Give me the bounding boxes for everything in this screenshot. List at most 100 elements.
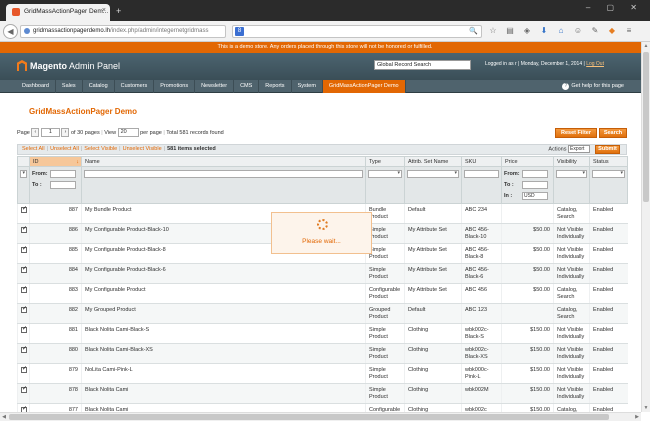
new-tab-button[interactable]: + — [116, 6, 121, 16]
next-page-icon[interactable]: › — [61, 128, 70, 138]
menu-item-system[interactable]: System — [292, 80, 323, 93]
column-header-name[interactable]: Name — [81, 156, 366, 167]
row-checkbox[interactable] — [21, 266, 27, 273]
row-status: Enabled — [589, 203, 628, 224]
magento-logo[interactable]: Magento Admin Panel — [17, 60, 120, 71]
scroll-left-icon[interactable]: ◀ — [0, 413, 8, 421]
filter-sku-input[interactable] — [464, 170, 499, 178]
logout-link[interactable]: Log Out — [586, 61, 604, 67]
row-checkbox[interactable] — [21, 366, 27, 373]
download-icon[interactable]: ⬇ — [539, 26, 549, 36]
global-record-search[interactable]: Global Record Search — [374, 60, 471, 70]
close-tab-icon[interactable]: × — [102, 7, 106, 14]
menu-item-newsletter[interactable]: Newsletter — [195, 80, 235, 93]
table-row[interactable]: 880 Black Nolita Cami-Black-XS Simple Pr… — [17, 343, 628, 364]
menu-icon[interactable]: ≡ — [624, 26, 634, 36]
row-checkbox[interactable] — [21, 246, 27, 253]
column-header-id[interactable]: ID ↓ — [29, 156, 82, 167]
search-button[interactable]: Search — [599, 128, 627, 138]
unselect-all-link[interactable]: Unselect All — [50, 146, 79, 152]
filter-id-to-input[interactable] — [50, 181, 76, 189]
menu-item-sales[interactable]: Sales — [56, 80, 83, 93]
select-all-link[interactable]: Select All — [22, 146, 45, 152]
row-checkbox[interactable] — [21, 386, 27, 393]
column-header-price[interactable]: Price — [501, 156, 554, 167]
filter-price-from-label: From: — [504, 171, 520, 178]
per-page-select[interactable]: 20 — [117, 128, 139, 138]
search-engine-icon[interactable]: 8 — [235, 27, 244, 36]
table-row[interactable]: 884 My Configurable Product-Black-6 Simp… — [17, 263, 628, 284]
vertical-scroll-thumb[interactable] — [643, 52, 649, 202]
back-arrow-icon[interactable]: ◀ — [3, 24, 18, 39]
help-link[interactable]: ? Get help for this page — [562, 80, 624, 93]
magento-logo-icon — [17, 60, 27, 71]
scroll-up-icon[interactable]: ▲ — [642, 42, 650, 50]
filter-name-input[interactable] — [84, 170, 363, 178]
row-price: $50.00 — [501, 223, 554, 244]
row-attrset: My Attribute Set — [404, 263, 462, 284]
row-checkbox[interactable] — [21, 346, 27, 353]
filter-type-select[interactable] — [368, 170, 402, 178]
vertical-scrollbar[interactable]: ▲ ▼ — [641, 42, 650, 412]
browser-search-bar[interactable]: 8 🔍 — [232, 25, 482, 38]
table-row[interactable]: 878 Black Nolita Cami Simple Product Clo… — [17, 383, 628, 404]
unselect-visible-link[interactable]: Unselect Visible — [123, 146, 162, 152]
scroll-right-icon[interactable]: ▶ — [633, 413, 641, 421]
per-page-label: per page — [140, 130, 162, 136]
menu-item-gridmassactionpager-demo[interactable]: GridMassActionPager Demo — [322, 80, 406, 93]
filter-currency-select[interactable]: USD — [522, 192, 548, 200]
filter-visibility-select[interactable] — [556, 170, 587, 178]
reader-icon[interactable]: ☆ — [488, 26, 498, 36]
select-visible-link[interactable]: Select Visible — [84, 146, 117, 152]
reset-filter-button[interactable]: Reset Filter — [555, 128, 597, 138]
submit-button[interactable]: Submit — [595, 145, 620, 154]
logged-in-info: Logged in as r | Monday, December 1, 201… — [485, 61, 585, 67]
row-id: 882 — [29, 303, 82, 324]
home-icon[interactable]: ⌂ — [556, 26, 566, 36]
menu-item-catalog[interactable]: Catalog — [83, 80, 115, 93]
table-row[interactable]: 883 My Configurable Product Configurable… — [17, 283, 628, 304]
menu-item-customers[interactable]: Customers — [115, 80, 155, 93]
bookmark-list-icon[interactable]: ▤ — [505, 26, 515, 36]
pen-icon[interactable]: ✎ — [590, 26, 600, 36]
menu-item-promotions[interactable]: Promotions — [154, 80, 196, 93]
search-go-icon[interactable]: 🔍 — [469, 27, 478, 35]
browser-tab[interactable]: GridMassActionPager Dem... × — [6, 4, 110, 21]
menu-item-reports[interactable]: Reports — [259, 80, 292, 93]
filter-id-from-input[interactable] — [50, 170, 76, 178]
lock-icon[interactable]: ◈ — [522, 26, 532, 36]
url-bar[interactable]: gridmassactionpagerdemo.lh/index.php/adm… — [20, 25, 226, 38]
filter-status-select[interactable] — [592, 170, 625, 178]
window-controls[interactable]: – ▢ ✕ — [586, 3, 644, 12]
column-header-attrset[interactable]: Attrib. Set Name — [404, 156, 462, 167]
table-row[interactable]: 879 NoLita Cami-Pink-L Simple Product Cl… — [17, 363, 628, 384]
column-header-type[interactable]: Type — [365, 156, 405, 167]
row-checkbox[interactable] — [21, 286, 27, 293]
table-row[interactable]: 882 My Grouped Product Grouped Product D… — [17, 303, 628, 324]
column-header-sku[interactable]: SKU — [461, 156, 502, 167]
row-checkbox[interactable] — [21, 206, 27, 213]
addon-icon[interactable]: ◆ — [607, 26, 617, 36]
prev-page-icon[interactable]: ‹ — [31, 128, 40, 138]
actions-select[interactable]: Export — [568, 145, 590, 153]
page-number-input[interactable]: 1 — [40, 128, 60, 138]
chat-icon[interactable]: ☺ — [573, 26, 583, 36]
filter-attrset-select[interactable] — [407, 170, 459, 178]
row-type: Simple Product — [365, 343, 405, 364]
row-checkbox[interactable] — [21, 226, 27, 233]
column-header-status[interactable]: Status — [589, 156, 628, 167]
row-checkbox[interactable] — [21, 326, 27, 333]
filter-price-to-input[interactable] — [522, 181, 548, 189]
filter-massaction-select[interactable] — [20, 170, 27, 178]
horizontal-scrollbar[interactable]: ◀ ▶ — [0, 412, 641, 421]
table-row[interactable]: 881 Black Nolita Cami-Black-S Simple Pro… — [17, 323, 628, 344]
filter-sku-cell — [461, 166, 502, 204]
menu-item-cms[interactable]: CMS — [234, 80, 260, 93]
column-header-visibility[interactable]: Visibility — [553, 156, 590, 167]
scroll-down-icon[interactable]: ▼ — [642, 404, 650, 412]
row-type: Simple Product — [365, 383, 405, 404]
horizontal-scroll-thumb[interactable] — [9, 414, 609, 420]
menu-item-dashboard[interactable]: Dashboard — [16, 80, 56, 93]
filter-price-from-input[interactable] — [522, 170, 548, 178]
row-checkbox[interactable] — [21, 306, 27, 313]
